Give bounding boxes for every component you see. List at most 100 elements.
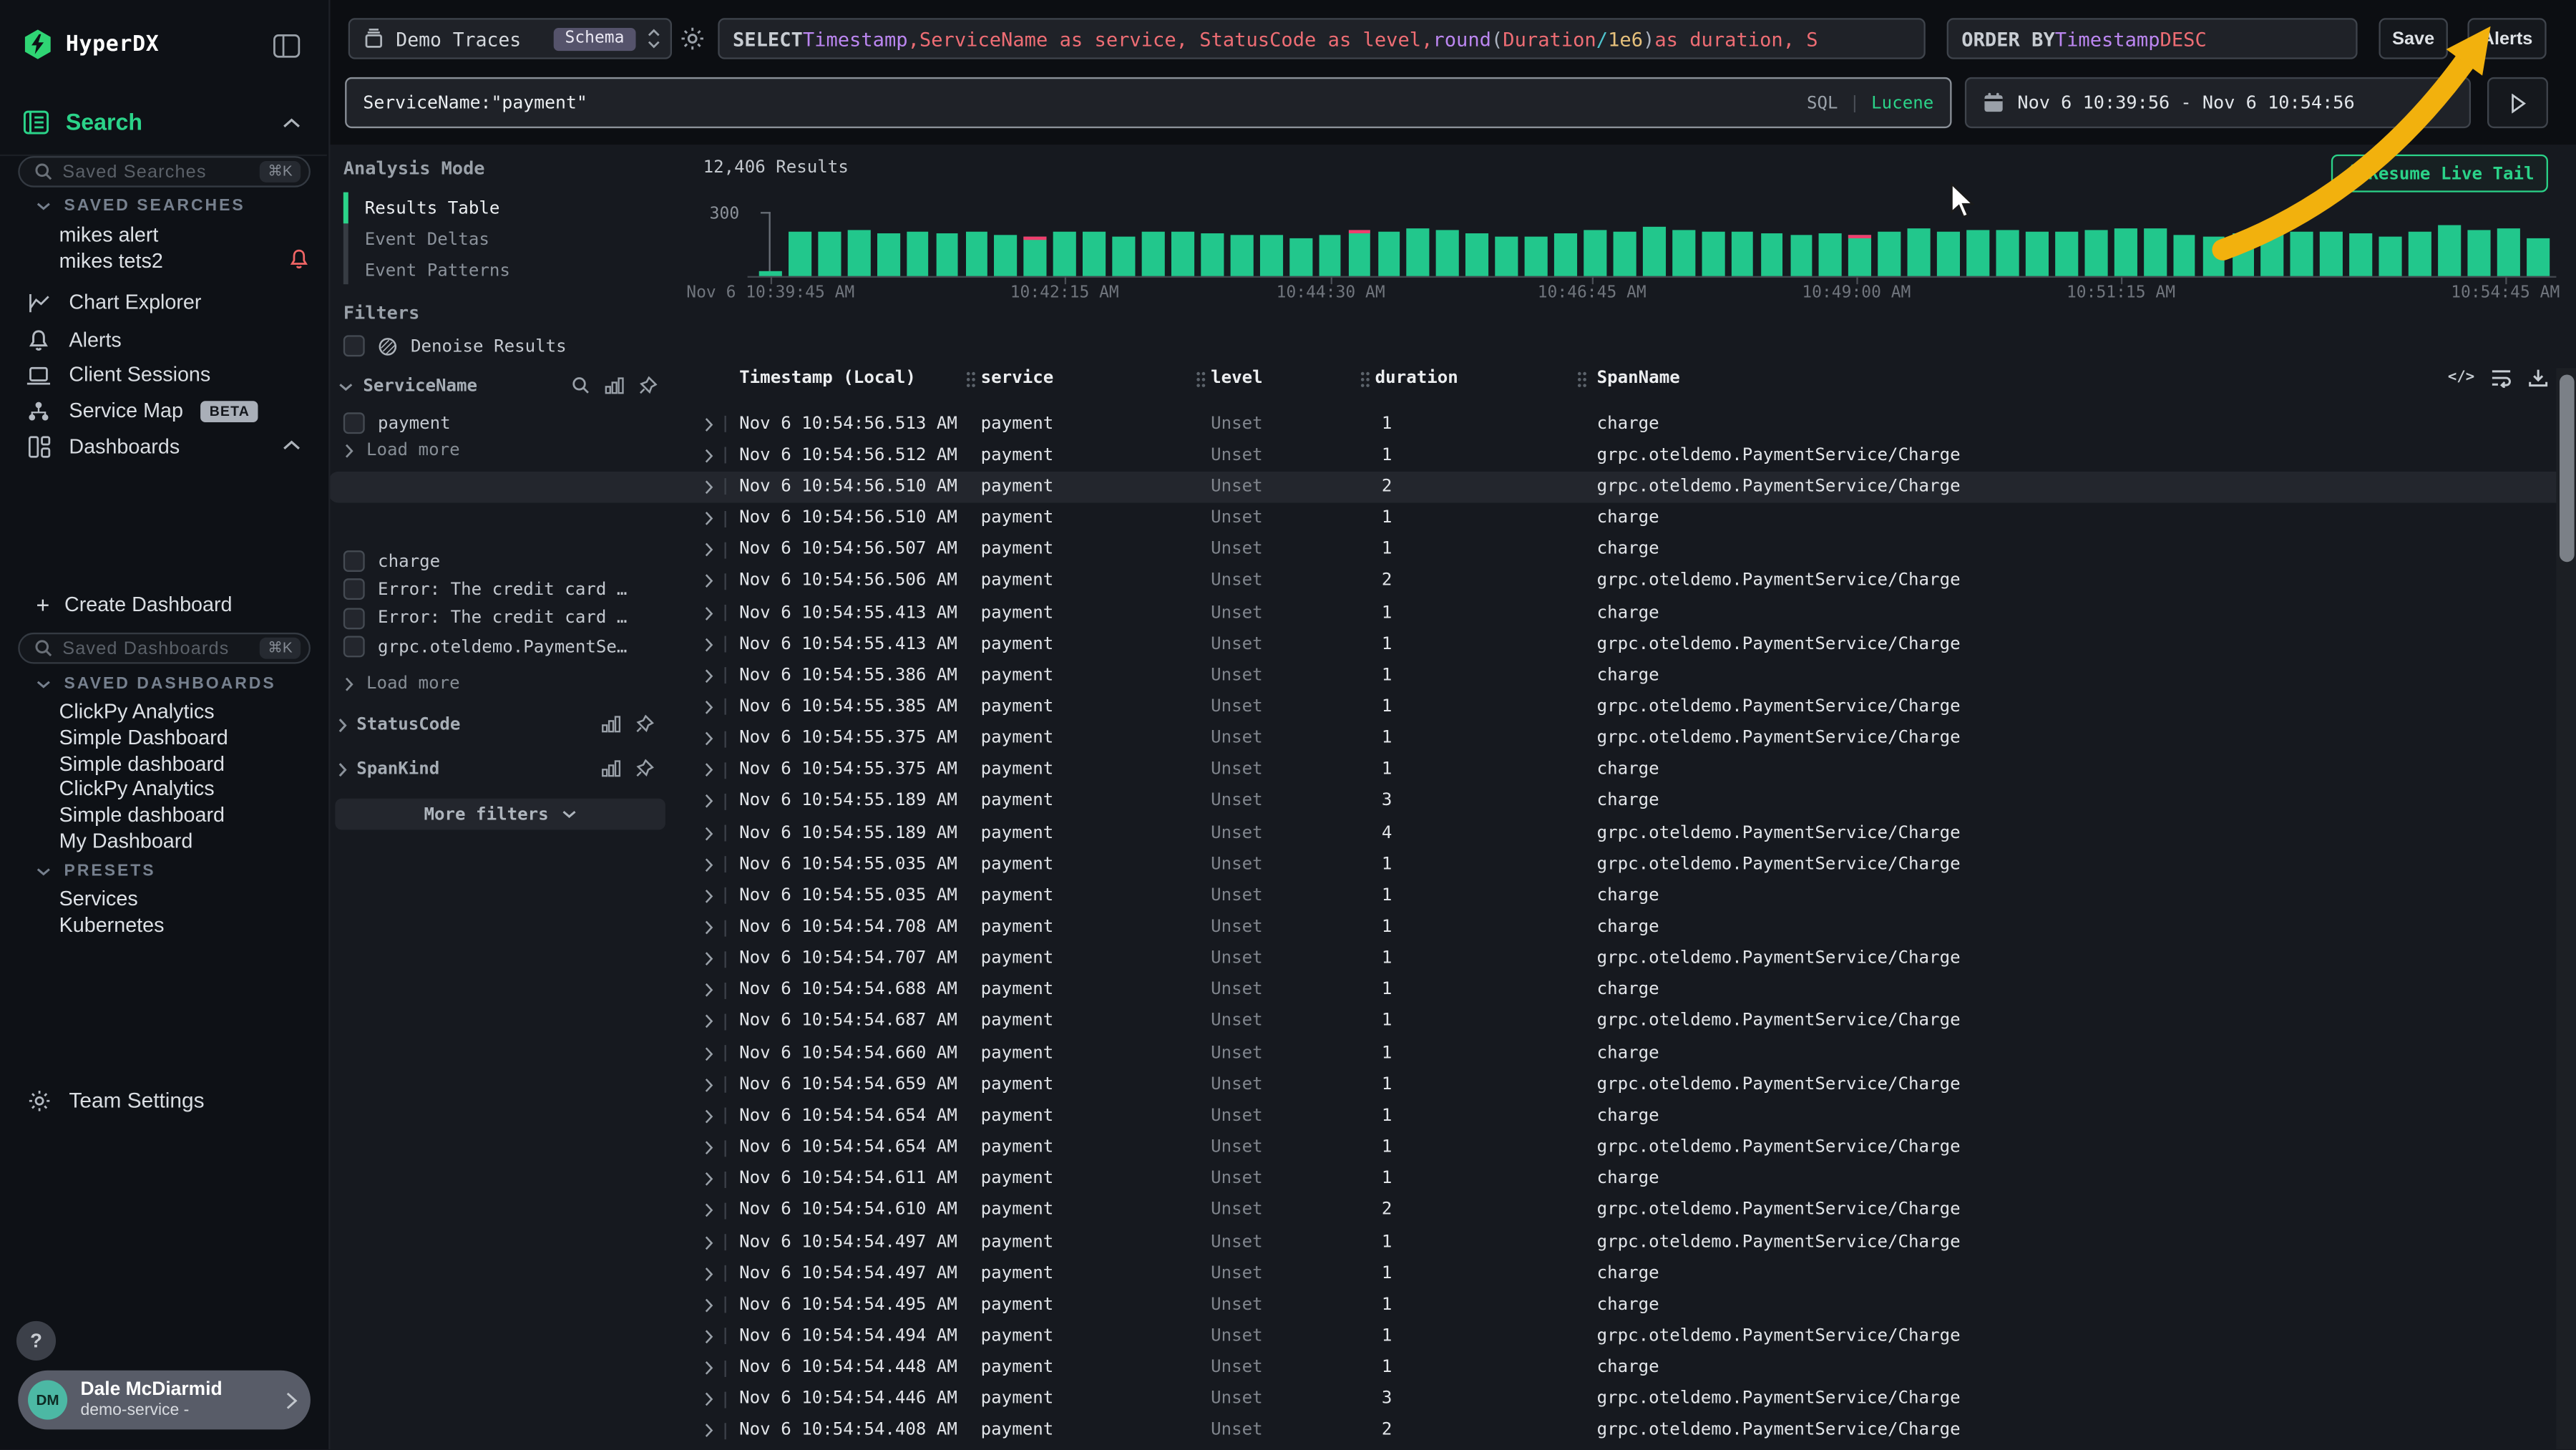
table-row[interactable]: Nov 6 10:54:54.660 AMpaymentUnset1charge	[328, 1038, 2576, 1069]
row-expand-icon[interactable]	[705, 574, 713, 589]
row-expand-icon[interactable]	[705, 542, 713, 558]
sidebar-item-chart-explorer[interactable]: Chart Explorer	[26, 291, 202, 313]
create-dashboard-button[interactable]: + Create Dashboard	[36, 592, 233, 618]
row-expand-icon[interactable]	[705, 1329, 713, 1344]
row-expand-icon[interactable]	[705, 511, 713, 526]
table-row[interactable]: Nov 6 10:54:54.408 AMpaymentUnset2grpc.o…	[328, 1416, 2576, 1447]
table-row[interactable]: Nov 6 10:54:54.497 AMpaymentUnset1charge	[328, 1258, 2576, 1290]
row-expand-icon[interactable]	[705, 605, 713, 621]
table-row[interactable]: Nov 6 10:54:54.654 AMpaymentUnset1grpc.o…	[328, 1132, 2576, 1164]
table-row[interactable]: Nov 6 10:54:56.512 AMpaymentUnset1grpc.o…	[328, 440, 2576, 472]
search-query-input[interactable]: ServiceName:"payment" SQL | Lucene	[345, 77, 1951, 128]
saved-dashboard-item[interactable]: ClickPy Analytics	[59, 700, 228, 726]
sidebar-item-team-settings[interactable]: Team Settings	[26, 1088, 205, 1112]
row-expand-icon[interactable]	[705, 448, 713, 463]
table-row[interactable]: Nov 6 10:54:54.659 AMpaymentUnset1grpc.o…	[328, 1069, 2576, 1101]
sidebar-item-client-sessions[interactable]: Client Sessions	[26, 363, 210, 386]
table-row[interactable]: Nov 6 10:54:54.610 AMpaymentUnset2grpc.o…	[328, 1195, 2576, 1227]
help-button[interactable]: ?	[16, 1321, 56, 1361]
scrollbar-thumb[interactable]	[2559, 374, 2574, 562]
table-row[interactable]: Nov 6 10:54:55.385 AMpaymentUnset1grpc.o…	[328, 691, 2576, 723]
run-query-button[interactable]	[2487, 77, 2548, 128]
row-expand-icon[interactable]	[705, 1172, 713, 1187]
row-expand-icon[interactable]	[705, 1298, 713, 1313]
table-row[interactable]: Nov 6 10:54:55.035 AMpaymentUnset1grpc.o…	[328, 849, 2576, 880]
source-settings-gear-icon[interactable]	[680, 26, 705, 51]
saved-searches-input[interactable]: Saved Searches ⌘K	[18, 156, 311, 188]
table-row[interactable]: Nov 6 10:54:54.708 AMpaymentUnset1charge	[328, 912, 2576, 943]
row-expand-icon[interactable]	[705, 1392, 713, 1407]
row-expand-icon[interactable]	[705, 889, 713, 904]
saved-dashboard-item[interactable]: Simple Dashboard	[59, 726, 228, 751]
table-row[interactable]: Nov 6 10:54:56.510 AMpaymentUnset1charge	[328, 503, 2576, 535]
time-range-picker[interactable]: Nov 6 10:39:56 - Nov 6 10:54:56	[1965, 77, 2471, 128]
row-expand-icon[interactable]	[705, 1235, 713, 1250]
row-expand-icon[interactable]	[705, 763, 713, 778]
table-row[interactable]: Nov 6 10:54:56.513 AMpaymentUnset1charge	[328, 409, 2576, 440]
app-logo[interactable]: HyperDX	[23, 29, 159, 59]
table-row[interactable]: Nov 6 10:54:55.413 AMpaymentUnset1grpc.o…	[328, 629, 2576, 661]
sidebar-collapse-icon[interactable]	[273, 33, 301, 59]
table-row[interactable]: Nov 6 10:54:55.375 AMpaymentUnset1grpc.o…	[328, 723, 2576, 754]
preset-item[interactable]: Kubernetes	[59, 913, 165, 939]
row-expand-icon[interactable]	[705, 1015, 713, 1030]
table-row[interactable]: Nov 6 10:54:54.446 AMpaymentUnset3grpc.o…	[328, 1384, 2576, 1416]
table-row[interactable]: Nov 6 10:54:55.386 AMpaymentUnset1charge	[328, 660, 2576, 691]
table-row[interactable]: Nov 6 10:54:55.413 AMpaymentUnset1charge	[328, 598, 2576, 629]
table-row[interactable]: Nov 6 10:54:54.448 AMpaymentUnset1charge	[328, 1353, 2576, 1384]
table-row[interactable]: Nov 6 10:54:54.497 AMpaymentUnset1grpc.o…	[328, 1227, 2576, 1258]
table-row[interactable]: Nov 6 10:54:56.510 AMpaymentUnset2grpc.o…	[328, 472, 2576, 503]
saved-searches-section[interactable]: SAVED SEARCHES	[36, 198, 245, 215]
row-expand-icon[interactable]	[705, 1046, 713, 1061]
row-expand-icon[interactable]	[705, 1109, 713, 1124]
row-expand-icon[interactable]	[705, 857, 713, 872]
row-expand-icon[interactable]	[705, 1203, 713, 1218]
row-expand-icon[interactable]	[705, 920, 713, 935]
table-row[interactable]: Nov 6 10:54:54.495 AMpaymentUnset1charge	[328, 1290, 2576, 1321]
language-toggle-lucene[interactable]: Lucene	[1871, 93, 1933, 113]
table-row[interactable]: Nov 6 10:54:55.035 AMpaymentUnset1charge	[328, 880, 2576, 912]
row-expand-icon[interactable]	[705, 826, 713, 841]
saved-dashboard-item[interactable]: Simple dashboard	[59, 752, 228, 778]
row-expand-icon[interactable]	[705, 417, 713, 432]
row-expand-icon[interactable]	[705, 1266, 713, 1281]
table-row[interactable]: Nov 6 10:54:55.375 AMpaymentUnset1charge	[328, 754, 2576, 786]
row-expand-icon[interactable]	[705, 637, 713, 652]
table-row[interactable]: Nov 6 10:54:55.189 AMpaymentUnset4grpc.o…	[328, 817, 2576, 849]
row-expand-icon[interactable]	[705, 480, 713, 495]
sidebar-item-dashboards[interactable]: Dashboards	[26, 435, 180, 458]
source-select[interactable]: Demo Traces Schema	[348, 18, 672, 59]
row-expand-icon[interactable]	[705, 1424, 713, 1439]
row-expand-icon[interactable]	[705, 983, 713, 998]
row-expand-icon[interactable]	[705, 794, 713, 809]
row-expand-icon[interactable]	[705, 1140, 713, 1155]
row-expand-icon[interactable]	[705, 731, 713, 746]
sidebar-item-alerts[interactable]: Alerts	[26, 328, 122, 351]
chevron-up-icon[interactable]	[283, 440, 301, 450]
preset-item[interactable]: Services	[59, 887, 165, 913]
table-row[interactable]: Nov 6 10:54:54.654 AMpaymentUnset1charge	[328, 1101, 2576, 1132]
language-toggle-sql[interactable]: SQL	[1807, 93, 1838, 113]
sidebar-item-service-map[interactable]: Service Map BETA	[26, 399, 258, 422]
table-row[interactable]: Nov 6 10:54:54.611 AMpaymentUnset1charge	[328, 1164, 2576, 1195]
table-row[interactable]: Nov 6 10:54:56.506 AMpaymentUnset2grpc.o…	[328, 566, 2576, 598]
sql-select-editor[interactable]: SELECT Timestamp, ServiceName as service…	[718, 18, 1925, 59]
table-row[interactable]: Nov 6 10:54:54.688 AMpaymentUnset1charge	[328, 975, 2576, 1006]
table-row[interactable]: Nov 6 10:54:54.707 AMpaymentUnset1grpc.o…	[328, 943, 2576, 975]
table-row[interactable]: Nov 6 10:54:55.189 AMpaymentUnset3charge	[328, 786, 2576, 817]
saved-dashboard-item[interactable]: My Dashboard	[59, 829, 228, 855]
alerts-button[interactable]: Alerts	[2467, 18, 2546, 59]
table-row[interactable]: Nov 6 10:54:56.507 AMpaymentUnset1charge	[328, 535, 2576, 566]
row-expand-icon[interactable]	[705, 952, 713, 967]
row-expand-icon[interactable]	[705, 1361, 713, 1376]
saved-dashboard-item[interactable]: Simple dashboard	[59, 804, 228, 829]
chevron-up-icon[interactable]	[283, 118, 301, 128]
row-expand-icon[interactable]	[705, 1078, 713, 1093]
order-by-editor[interactable]: ORDER BY Timestamp DESC	[1947, 18, 2358, 59]
row-expand-icon[interactable]	[705, 668, 713, 683]
saved-search-item[interactable]: mikes alert	[59, 223, 159, 246]
saved-dashboard-item[interactable]: ClickPy Analytics	[59, 778, 228, 804]
table-row[interactable]: Nov 6 10:54:54.687 AMpaymentUnset1grpc.o…	[328, 1006, 2576, 1038]
row-expand-icon[interactable]	[705, 700, 713, 715]
table-row[interactable]: Nov 6 10:54:54.494 AMpaymentUnset1grpc.o…	[328, 1321, 2576, 1353]
